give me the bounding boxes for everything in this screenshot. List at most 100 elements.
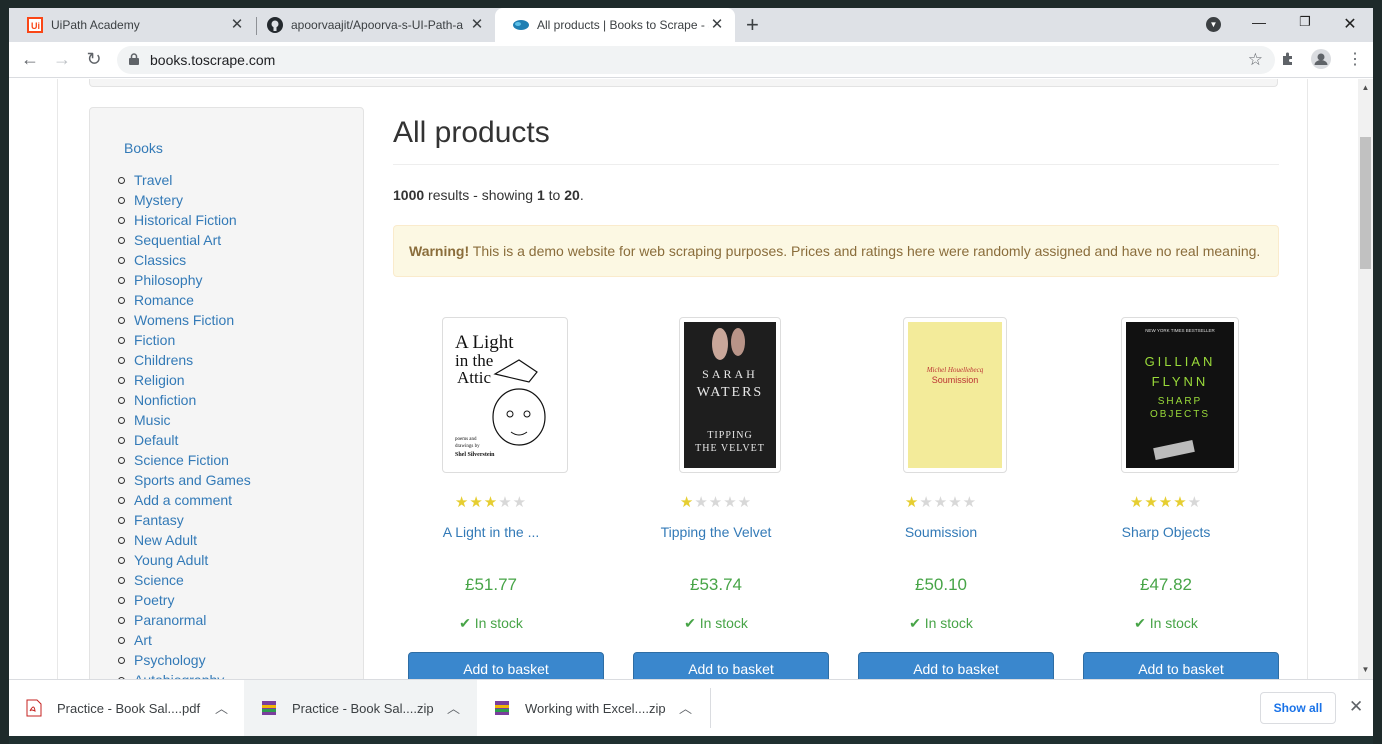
results-to: 20: [564, 187, 580, 203]
cover-text: NEW YORK TIMES BESTSELLER: [1145, 328, 1215, 333]
category-link[interactable]: Default: [118, 430, 251, 450]
warning-strong: Warning!: [409, 243, 470, 259]
tab-uipath-academy[interactable]: Ui UiPath Academy ✕: [9, 8, 255, 42]
category-link[interactable]: Sequential Art: [118, 230, 251, 250]
download-item[interactable]: Practice - Book Sal....pdf ︿: [9, 680, 244, 737]
category-link[interactable]: Fantasy: [118, 510, 251, 530]
category-link[interactable]: Fiction: [118, 330, 251, 350]
category-link[interactable]: Autobiography: [118, 670, 251, 679]
category-link[interactable]: Travel: [118, 170, 251, 190]
bookmark-star-icon[interactable]: ☆: [1248, 50, 1263, 70]
category-link[interactable]: Sports and Games: [118, 470, 251, 490]
product-card: NEW YORK TIMES BESTSELLER GILLIAN FLYNN …: [1068, 317, 1279, 679]
cover-author: Michel Houellebecq: [926, 366, 984, 374]
tab-github[interactable]: apoorvaajit/Apoorva-s-UI-Path-a ✕: [249, 8, 495, 42]
main-content: All products 1000 results - showing 1 to…: [393, 79, 1279, 679]
category-link[interactable]: Religion: [118, 370, 251, 390]
category-link[interactable]: Science Fiction: [118, 450, 251, 470]
page-title: All products: [393, 116, 550, 149]
menu-kebab-icon[interactable]: ⋮: [1347, 49, 1363, 69]
category-link[interactable]: Add a comment: [118, 490, 251, 510]
category-link[interactable]: Womens Fiction: [118, 310, 251, 330]
reload-icon[interactable]: ↻: [83, 49, 105, 69]
star-rating: ★★★★★: [618, 493, 814, 511]
category-link[interactable]: Art: [118, 630, 251, 650]
chevron-up-icon[interactable]: ︿: [215, 698, 228, 717]
page-scrollbar[interactable]: ▲ ▼: [1358, 79, 1373, 679]
extensions-icon[interactable]: [1280, 52, 1295, 71]
results-summary: 1000 results - showing 1 to 20.: [393, 187, 584, 203]
books-link[interactable]: Books: [124, 140, 163, 156]
product-price: £50.10: [915, 575, 967, 594]
show-all-downloads-button[interactable]: Show all: [1260, 692, 1336, 724]
scroll-thumb[interactable]: [1360, 137, 1371, 269]
product-image[interactable]: SARAH WATERS TIPPING THE VELVET: [679, 317, 781, 473]
category-link[interactable]: Poetry: [118, 590, 251, 610]
zip-archive-icon: [495, 701, 509, 715]
check-icon: ✔: [684, 615, 700, 631]
star-filled-icon: ★: [1158, 494, 1174, 511]
category-link[interactable]: Mystery: [118, 190, 251, 210]
close-shelf-icon[interactable]: ✕: [1349, 697, 1363, 717]
category-link[interactable]: Paranormal: [118, 610, 251, 630]
category-link[interactable]: Historical Fiction: [118, 210, 251, 230]
download-filename: Practice - Book Sal....pdf: [57, 701, 201, 716]
category-link[interactable]: Classics: [118, 250, 251, 270]
product-title-link[interactable]: Soumission: [843, 524, 1039, 540]
browser-toolbar: ← → ↻ books.toscrape.com ☆ ⋮: [9, 42, 1373, 78]
close-tab-icon[interactable]: ✕: [469, 17, 485, 33]
category-link[interactable]: Nonfiction: [118, 390, 251, 410]
close-tab-icon[interactable]: ✕: [229, 17, 245, 33]
add-to-basket-button[interactable]: Add to basket: [633, 652, 829, 679]
star-empty-icon: ★: [948, 494, 963, 511]
product-image[interactable]: Michel Houellebecq Soumission: [903, 317, 1007, 473]
scroll-down-arrow-icon[interactable]: ▼: [1358, 665, 1373, 674]
category-link[interactable]: Science: [118, 570, 251, 590]
add-to-basket-button[interactable]: Add to basket: [1083, 652, 1279, 679]
category-link[interactable]: Philosophy: [118, 270, 251, 290]
restore-icon[interactable]: ❐: [1295, 14, 1315, 30]
download-item[interactable]: Working with Excel....zip ︿: [477, 680, 710, 737]
download-item[interactable]: Practice - Book Sal....zip ︿: [244, 680, 477, 737]
category-link[interactable]: Psychology: [118, 650, 251, 670]
chevron-up-icon[interactable]: ︿: [679, 698, 692, 717]
profile-avatar-icon[interactable]: [1311, 49, 1331, 73]
new-tab-button[interactable]: +: [746, 14, 759, 36]
tab-label: All products | Books to Scrape - S: [537, 18, 709, 32]
add-to-basket-button[interactable]: Add to basket: [858, 652, 1054, 679]
close-tab-icon[interactable]: ✕: [709, 17, 725, 33]
product-image[interactable]: NEW YORK TIMES BESTSELLER GILLIAN FLYNN …: [1121, 317, 1239, 473]
category-link[interactable]: Young Adult: [118, 550, 251, 570]
chevron-up-icon[interactable]: ︿: [447, 698, 460, 717]
cover-text: poems and: [455, 437, 477, 442]
download-filename: Working with Excel....zip: [525, 701, 666, 716]
category-link[interactable]: Childrens: [118, 350, 251, 370]
category-link[interactable]: Romance: [118, 290, 251, 310]
back-icon[interactable]: ←: [19, 49, 41, 69]
product-image[interactable]: A Light in the Attic poems and drawings …: [442, 317, 568, 473]
product-title-link[interactable]: A Light in the ...: [393, 524, 589, 540]
category-link[interactable]: Music: [118, 410, 251, 430]
cover-author: WATERS: [697, 385, 763, 400]
product-price: £51.77: [465, 575, 517, 594]
tab-label: UiPath Academy: [51, 18, 140, 32]
product-title-link[interactable]: Tipping the Velvet: [618, 524, 814, 540]
uipath-icon: Ui: [27, 17, 43, 33]
tab-search-icon[interactable]: ▼: [1206, 17, 1221, 32]
star-filled-icon: ★: [454, 494, 470, 511]
product-title-link[interactable]: Sharp Objects: [1068, 524, 1264, 540]
cover-title: OBJECTS: [1150, 409, 1210, 420]
star-rating: ★★★★★: [843, 493, 1039, 511]
add-to-basket-button[interactable]: Add to basket: [408, 652, 604, 679]
minimize-icon[interactable]: —: [1249, 14, 1269, 30]
zip-archive-icon: [262, 701, 276, 715]
category-link[interactable]: New Adult: [118, 530, 251, 550]
star-rating: ★★★★★: [393, 493, 589, 511]
address-bar[interactable]: books.toscrape.com ☆: [117, 46, 1275, 74]
forward-icon[interactable]: →: [51, 49, 73, 69]
scroll-up-arrow-icon[interactable]: ▲: [1358, 83, 1373, 92]
close-window-icon[interactable]: ✕: [1340, 14, 1360, 34]
star-filled-icon: ★: [469, 494, 484, 511]
tab-books-to-scrape[interactable]: All products | Books to Scrape - S ✕: [495, 8, 735, 42]
warning-alert: Warning! This is a demo website for web …: [393, 225, 1279, 277]
